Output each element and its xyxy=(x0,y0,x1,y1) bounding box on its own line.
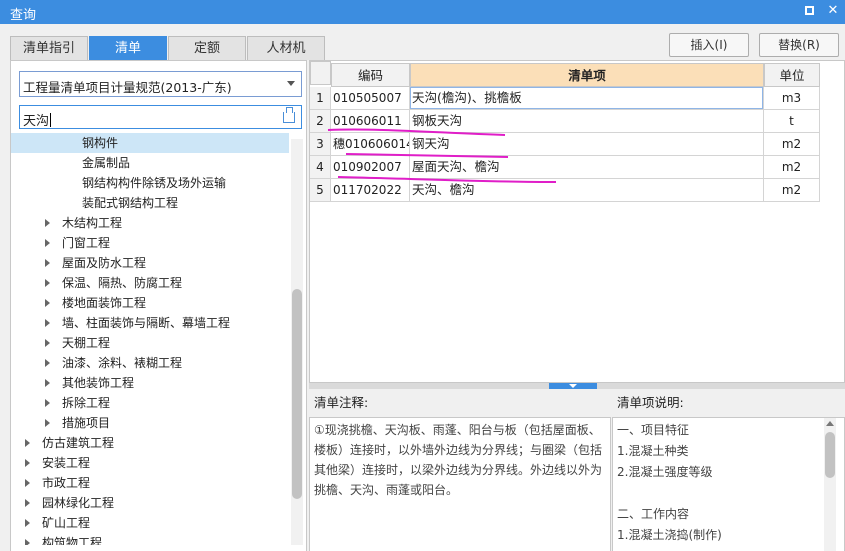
tree-item[interactable]: 拆除工程 xyxy=(11,393,289,413)
tree-item[interactable]: 天棚工程 xyxy=(11,333,289,353)
description-line: 2.混凝土强度等级 xyxy=(617,465,713,479)
tree-item[interactable]: 门窗工程 xyxy=(11,233,289,253)
tree-item[interactable]: 安装工程 xyxy=(11,453,289,473)
tree-item-label: 油漆、涂料、裱糊工程 xyxy=(62,356,183,370)
description-text: 一、项目特征 1.混凝土种类 2.混凝土强度等级 二、工作内容 1.混凝土浇捣(制作) xyxy=(612,417,845,551)
expand-arrow-icon[interactable] xyxy=(45,419,50,427)
notes-text: ①现浇挑檐、天沟板、雨蓬、阳台与板（包括屋面板、楼板）连接时，以外墙外边线为分界… xyxy=(309,417,611,551)
tree-item-label: 楼地面装饰工程 xyxy=(62,296,147,310)
replace-button[interactable]: 替换(R) xyxy=(759,33,839,57)
maximize-icon[interactable] xyxy=(800,2,818,20)
expand-arrow-icon[interactable] xyxy=(45,219,50,227)
description-line: 1.混凝土种类 xyxy=(617,444,689,458)
tree-item[interactable]: 钢构件 xyxy=(11,133,289,153)
tree-item-label: 天棚工程 xyxy=(62,336,111,350)
description-line xyxy=(617,483,840,504)
notes-title: 清单注释: xyxy=(309,389,611,417)
expand-arrow-icon[interactable] xyxy=(45,319,50,327)
expand-arrow-icon[interactable] xyxy=(45,259,50,267)
expand-arrow-icon[interactable] xyxy=(45,339,50,347)
description-title: 清单项说明: xyxy=(612,389,845,417)
tree-item-label: 保温、隔热、防腐工程 xyxy=(62,276,183,290)
tree-scrollbar-thumb[interactable] xyxy=(292,289,302,499)
chevron-down-icon[interactable] xyxy=(287,81,295,86)
expand-arrow-icon[interactable] xyxy=(45,379,50,387)
close-icon[interactable]: ✕ xyxy=(824,2,842,20)
tree-item[interactable]: 屋面及防水工程 xyxy=(11,253,289,273)
pen-annotations xyxy=(327,128,557,183)
tree-item[interactable]: 仿古建筑工程 xyxy=(11,433,289,453)
tree-item[interactable]: 园林绿化工程 xyxy=(11,493,289,513)
tree-item[interactable]: 构筑物工程 xyxy=(11,533,289,545)
tree-item-label: 钢结构构件除锈及场外运输 xyxy=(82,176,227,190)
tab-bill[interactable]: 清单 xyxy=(89,36,167,60)
tree-item-label: 园林绿化工程 xyxy=(42,496,115,510)
description-scrollbar-thumb[interactable] xyxy=(825,432,835,478)
tree-item-label: 市政工程 xyxy=(42,476,91,490)
tree-item-label: 墙、柱面装饰与隔断、幕墙工程 xyxy=(62,316,231,330)
tree-item-label: 仿古建筑工程 xyxy=(42,436,115,450)
tree-item-label: 拆除工程 xyxy=(62,396,111,410)
expand-arrow-icon[interactable] xyxy=(45,359,50,367)
tree-item-label: 金属制品 xyxy=(82,156,131,170)
tab-guide[interactable]: 清单指引 xyxy=(10,36,88,60)
expand-arrow-icon[interactable] xyxy=(25,519,30,527)
tree-item-label: 屋面及防水工程 xyxy=(62,256,147,270)
results-table: 编码 清单项 单位 1 010505007 天沟(檐沟)、挑檐板 m3 2 0106060… xyxy=(309,60,845,383)
expand-arrow-icon[interactable] xyxy=(45,299,50,307)
tree-item-label: 钢构件 xyxy=(82,136,119,150)
tree-item-label: 措施项目 xyxy=(62,416,111,430)
tree-item-label: 装配式钢结构工程 xyxy=(82,196,179,210)
left-panel: 工程量清单项目计量规范(2013-广东) 天沟 钢构件金属制品钢结构构件除锈及场… xyxy=(10,60,307,551)
expand-arrow-icon[interactable] xyxy=(45,239,50,247)
tree-item-label: 构筑物工程 xyxy=(42,536,103,545)
tree-scrollbar[interactable] xyxy=(291,139,303,545)
description-scrollbar[interactable] xyxy=(824,418,836,551)
category-tree: 钢构件金属制品钢结构构件除锈及场外运输 装配式钢结构工程木结构工程门窗工程屋面及防… xyxy=(11,133,289,545)
scroll-up-icon[interactable] xyxy=(826,421,834,426)
insert-button[interactable]: 插入(I) xyxy=(669,33,749,57)
expand-arrow-icon[interactable] xyxy=(45,399,50,407)
tree-item-label: 安装工程 xyxy=(42,456,91,470)
tree-item[interactable]: 墙、柱面装饰与隔断、幕墙工程 xyxy=(11,313,289,333)
tree-item-label: 木结构工程 xyxy=(62,216,123,230)
description-line: 二、工作内容 xyxy=(617,507,690,521)
tree-item[interactable]: 钢结构构件除锈及场外运输 xyxy=(11,173,289,193)
tab-quota[interactable]: 定额 xyxy=(168,36,246,60)
tree-item-label: 矿山工程 xyxy=(42,516,91,530)
tree-item[interactable]: 木结构工程 xyxy=(11,213,289,233)
tab-labor-material-machine[interactable]: 人材机 xyxy=(247,36,325,60)
search-input-value: 天沟 xyxy=(23,113,52,129)
tree-item-label: 门窗工程 xyxy=(62,236,111,250)
tree-item[interactable]: 市政工程 xyxy=(11,473,289,493)
expand-arrow-icon[interactable] xyxy=(25,479,30,487)
spec-select[interactable]: 工程量清单项目计量规范(2013-广东) xyxy=(19,71,302,97)
expand-arrow-icon[interactable] xyxy=(45,279,50,287)
tree-item[interactable]: 油漆、涂料、裱糊工程 xyxy=(11,353,289,373)
tree-item[interactable]: 措施项目 xyxy=(11,413,289,433)
window-title: 查询 xyxy=(10,8,37,23)
description-line: 一、项目特征 xyxy=(617,423,690,437)
expand-arrow-icon[interactable] xyxy=(25,539,30,545)
expand-arrow-icon[interactable] xyxy=(25,459,30,467)
tree-item[interactable]: 金属制品 xyxy=(11,153,289,173)
search-icon[interactable] xyxy=(283,107,295,123)
tree-item[interactable]: 矿山工程 xyxy=(11,513,289,533)
tree-item[interactable]: 楼地面装饰工程 xyxy=(11,293,289,313)
tree-item[interactable]: 其他装饰工程 xyxy=(11,373,289,393)
expand-arrow-icon[interactable] xyxy=(25,499,30,507)
title-bar: 查询 ✕ xyxy=(0,0,845,24)
search-input[interactable]: 天沟 xyxy=(19,105,302,129)
tree-item[interactable]: 保温、隔热、防腐工程 xyxy=(11,273,289,293)
description-line: 1.混凝土浇捣(制作) xyxy=(617,528,722,542)
tree-item-label: 其他装饰工程 xyxy=(62,376,135,390)
spec-select-value: 工程量清单项目计量规范(2013-广东) xyxy=(23,80,232,95)
tree-item[interactable]: 装配式钢结构工程 xyxy=(11,193,289,213)
expand-arrow-icon[interactable] xyxy=(25,439,30,447)
